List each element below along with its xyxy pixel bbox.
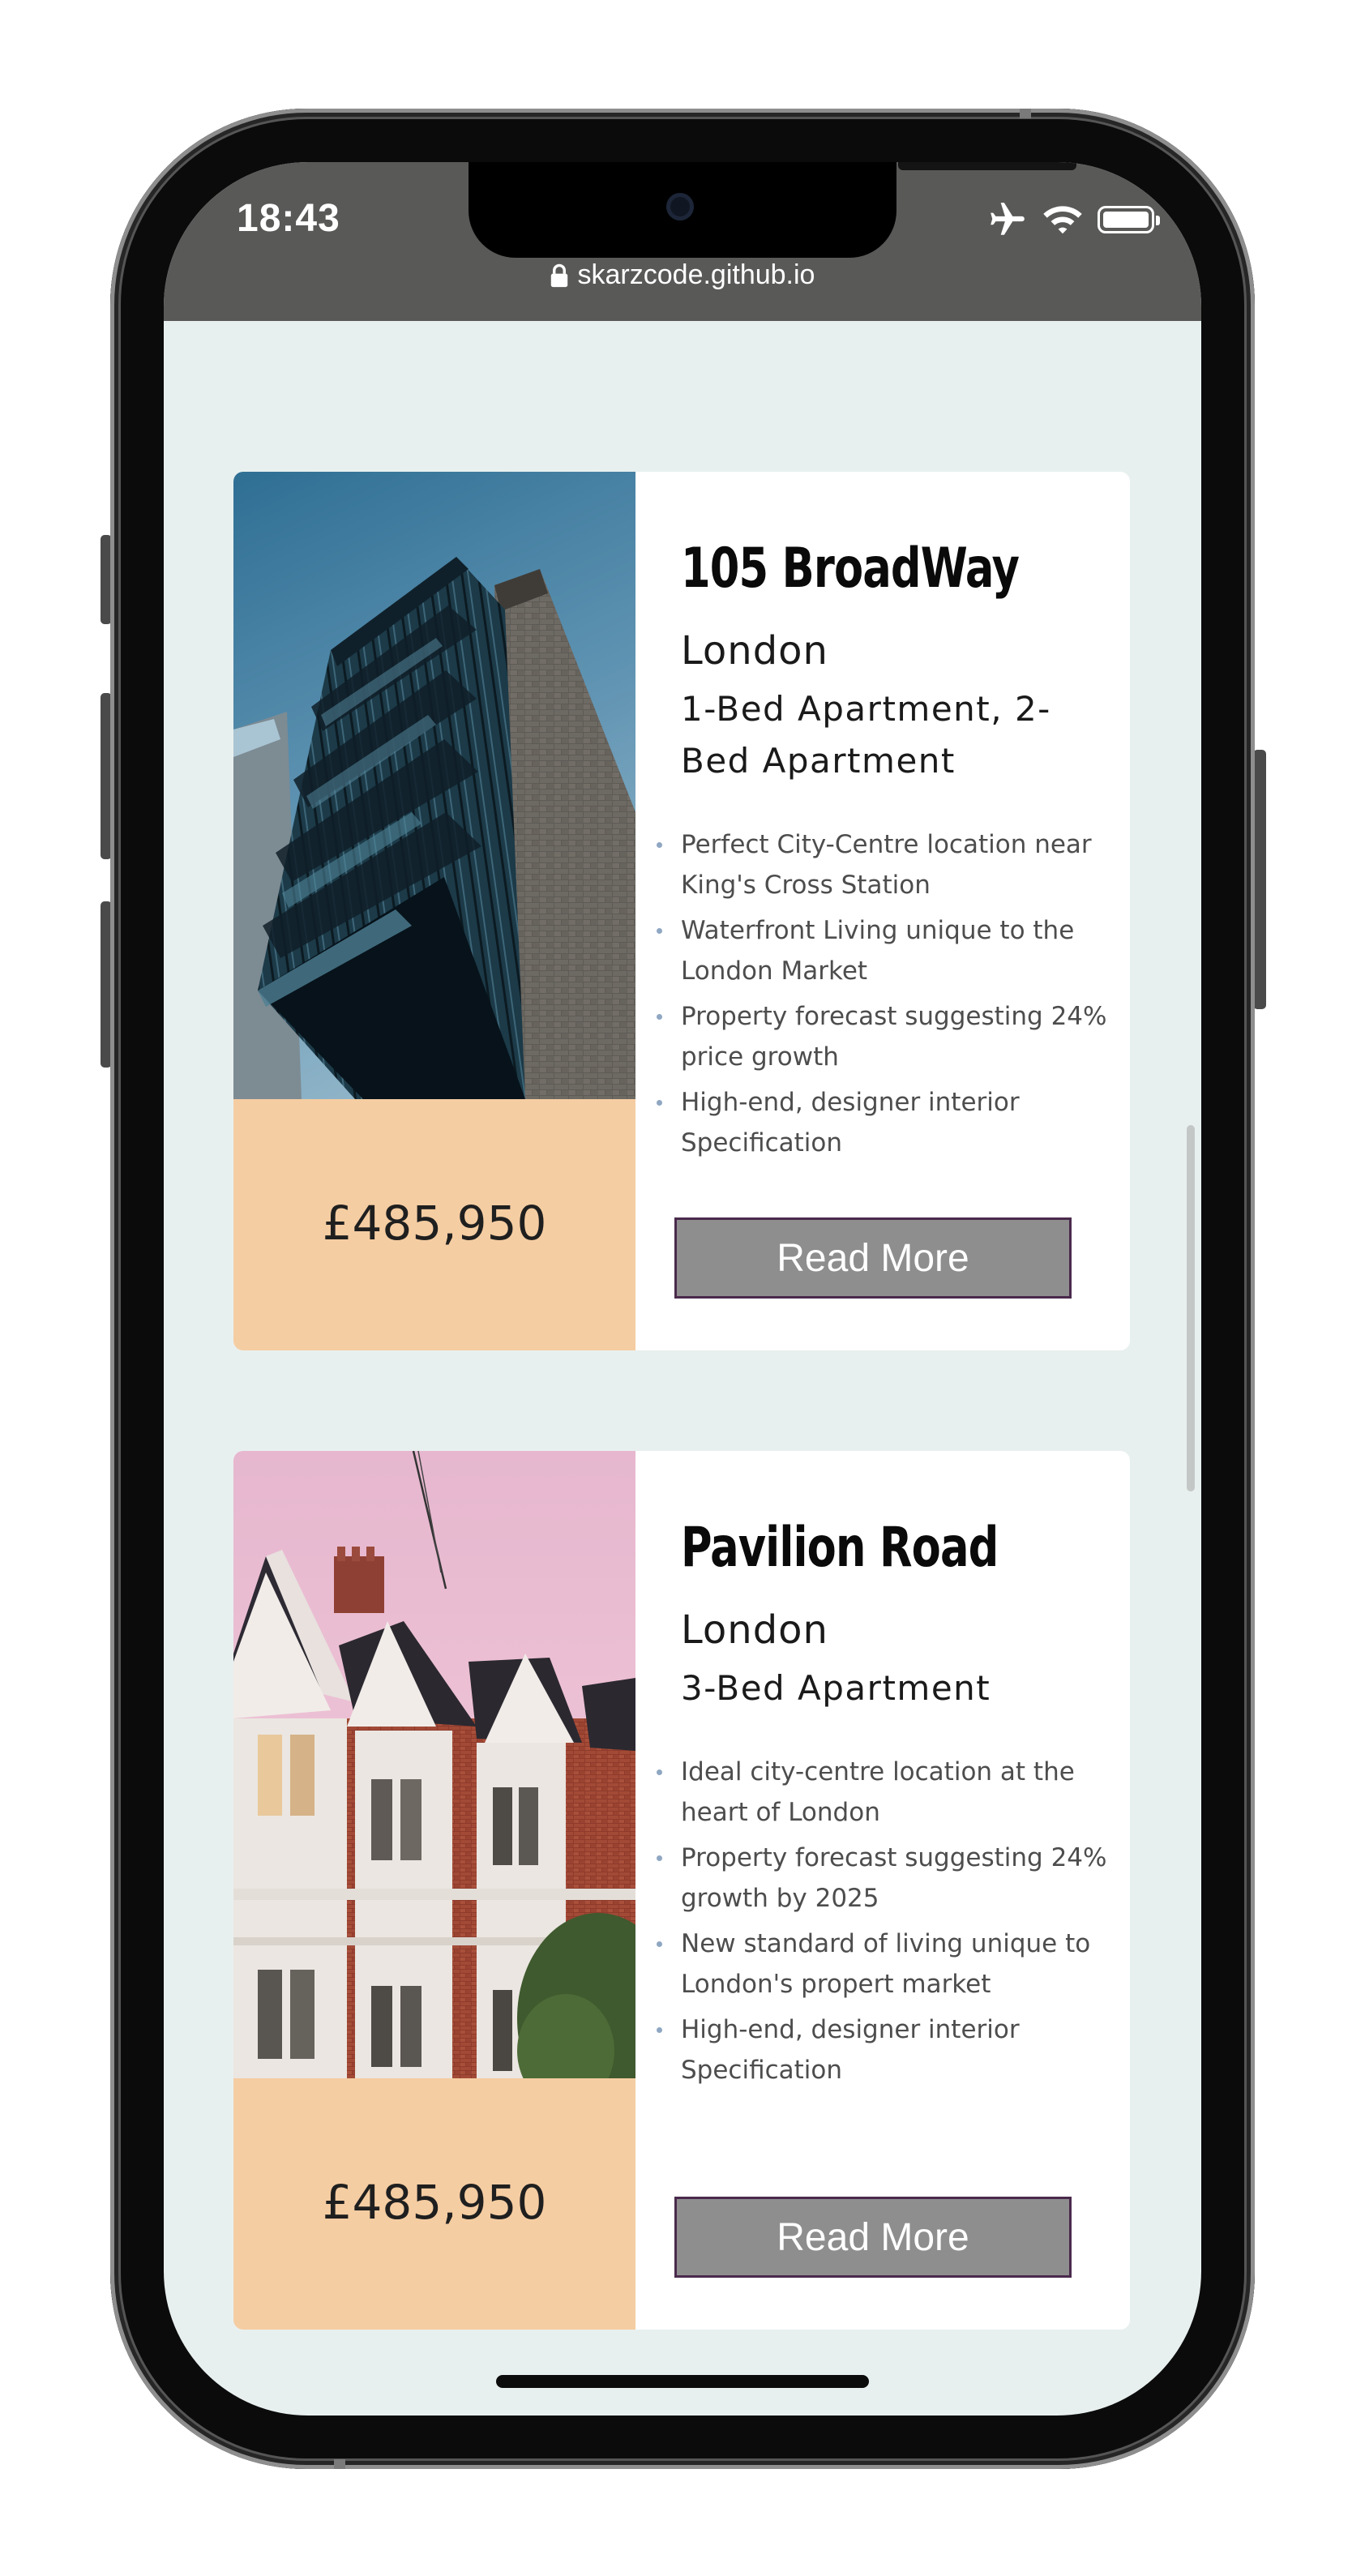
antenna-band (1020, 109, 1031, 118)
url-text[interactable]: skarzcode.github.io (578, 259, 815, 291)
browser-top-bar: 18:43 skarzcode.github.io (164, 162, 1201, 321)
wifi-icon (1043, 206, 1082, 234)
feature-item: Perfect City-Centre location near King's… (657, 824, 1119, 905)
listing-info: 105 BroadWay London 1-Bed Apartment, 2-B… (657, 472, 1119, 1168)
bullet-icon (657, 928, 662, 934)
feature-item: High-end, designer interior Specificatio… (657, 2009, 1119, 2090)
phone-screen: 18:43 skarzcode.github.io £485,950 105 B… (164, 162, 1201, 2416)
airplane-icon (991, 203, 1025, 235)
price: £485,950 (322, 2175, 547, 2230)
price-box: £485,950 (233, 2078, 635, 2330)
bullet-icon (657, 842, 662, 848)
read-more-button[interactable]: Read More (674, 1217, 1072, 1299)
status-time: 18:43 (237, 197, 340, 240)
listing-city: London (681, 628, 828, 674)
listing-city: London (681, 1607, 828, 1653)
lock-icon (550, 263, 567, 287)
bullet-icon (657, 1855, 662, 1861)
bullet-icon (657, 1014, 662, 1020)
bullet-icon (657, 2027, 662, 2033)
listing-title: 105 BroadWay (681, 537, 1020, 601)
home-indicator[interactable] (496, 2375, 869, 2388)
feature-list: Perfect City-Centre location near King's… (657, 824, 1119, 1163)
feature-item: High-end, designer interior Specificatio… (657, 1082, 1119, 1163)
feature-list: Ideal city-centre location at the heart … (657, 1752, 1119, 2090)
listing-type: 1-Bed Apartment, 2-Bed Apartment (681, 689, 1051, 781)
tower-block-photo (233, 472, 635, 1099)
power-button (1253, 750, 1266, 1009)
listing-info: Pavilion Road London 3-Bed Apartment Ide… (657, 1451, 1119, 2095)
scrollbar[interactable] (1187, 1125, 1195, 1491)
listing-title: Pavilion Road (681, 1516, 999, 1580)
front-camera (666, 193, 694, 220)
listing-type: 3-Bed Apartment (681, 1668, 991, 1708)
bullet-icon (657, 1941, 662, 1947)
bullet-icon (657, 1769, 662, 1775)
listing-card: £485,950 105 BroadWay London 1-Bed Apart… (233, 472, 1130, 1350)
feature-item: Property forecast suggesting 24% growth … (657, 1838, 1119, 1919)
feature-item: Waterfront Living unique to the London M… (657, 910, 1119, 991)
battery-icon (1098, 206, 1160, 233)
read-more-button[interactable]: Read More (674, 2197, 1072, 2278)
price: £485,950 (322, 1196, 547, 1251)
antenna-band (334, 2459, 345, 2469)
price-box: £485,950 (233, 1099, 635, 1350)
feature-item: Property forecast suggesting 24% price g… (657, 996, 1119, 1077)
earpiece-speaker (898, 162, 1076, 170)
feature-item: Ideal city-centre location at the heart … (657, 1752, 1119, 1833)
listing-card: £485,950 Pavilion Road London 3-Bed Apar… (233, 1451, 1130, 2330)
terraced-houses-photo (233, 1451, 635, 2078)
bullet-icon (657, 1100, 662, 1106)
status-icons (987, 199, 1160, 240)
feature-item: New standard of living unique to London'… (657, 1923, 1119, 2005)
address-bar[interactable]: skarzcode.github.io (164, 259, 1201, 291)
